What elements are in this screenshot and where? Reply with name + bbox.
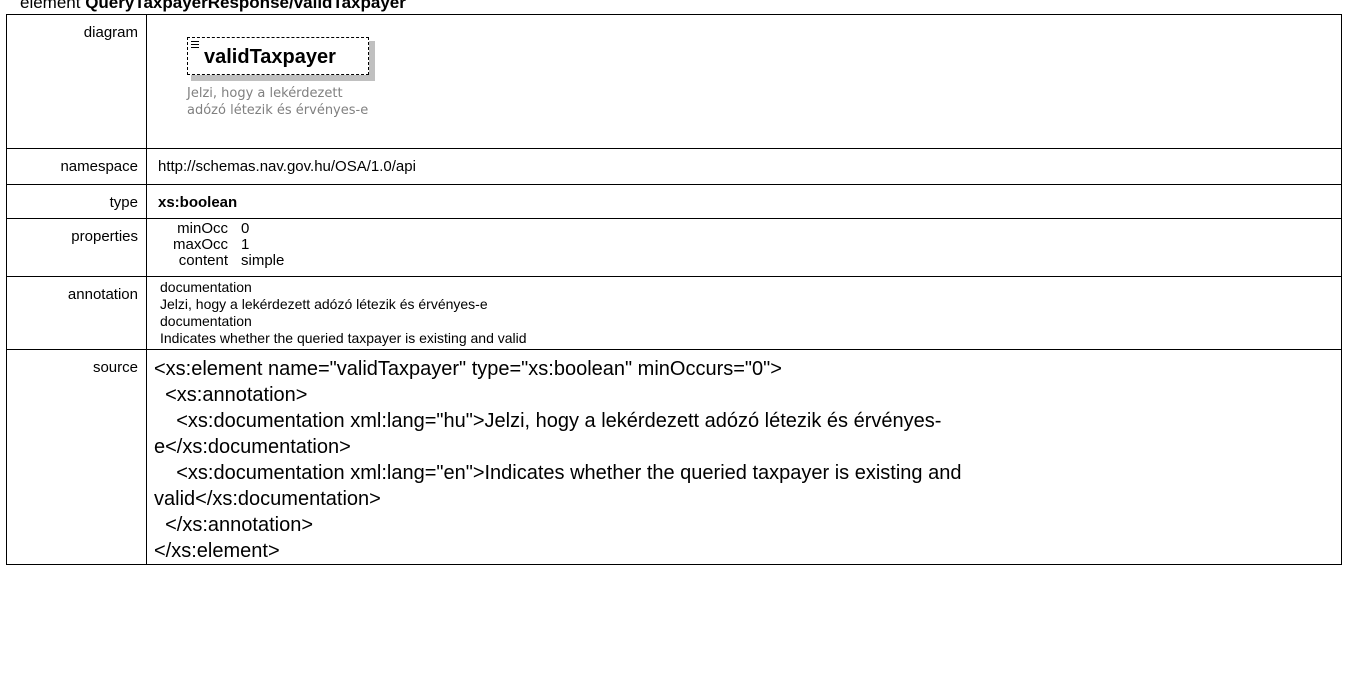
heading-element-name: QueryTaxpayerResponse/validTaxpayer <box>85 0 406 12</box>
source-line: </xs:element> <box>154 540 280 562</box>
documentation-lines-icon <box>191 41 199 48</box>
label-diagram: diagram <box>6 14 147 149</box>
source-line: valid</xs:documentation> <box>154 488 381 510</box>
label-source: source <box>6 349 147 565</box>
prop-key: content <box>178 252 228 269</box>
page-heading: element QueryTaxpayerResponse/validTaxpa… <box>20 0 406 13</box>
row-properties: properties minOcc 0 maxOcc 1 content sim… <box>6 218 1342 277</box>
diagram-cell: validTaxpayer Jelzi, hogy a lekérdezett … <box>146 14 1342 149</box>
row-source: source <xs:element name="validTaxpayer" … <box>6 349 1342 565</box>
prop-key: maxOcc <box>172 236 228 253</box>
namespace-value: http://schemas.nav.gov.hu/OSA/1.0/api <box>158 158 416 175</box>
label-properties: properties <box>6 218 147 277</box>
source-line: <xs:element name="validTaxpayer" type="x… <box>154 358 782 380</box>
properties-grid: minOcc 0 maxOcc 1 content simple <box>158 219 1341 269</box>
row-type: type xs:boolean <box>6 184 1342 219</box>
prop-value: simple <box>241 252 285 269</box>
source-code: <xs:element name="validTaxpayer" type="x… <box>154 350 1341 564</box>
element-box-name: validTaxpayer <box>204 46 336 68</box>
label-type: type <box>6 184 147 219</box>
annotation-block: documentation Jelzi, hogy a lekérdezett … <box>158 277 1341 347</box>
row-annotation: annotation documentation Jelzi, hogy a l… <box>6 276 1342 350</box>
prop-value: 1 <box>241 236 250 253</box>
element-doc-table: diagram validTaxpayer Jelzi, hogy a leké… <box>6 14 1342 565</box>
diagram: validTaxpayer Jelzi, hogy a lekérdezett … <box>158 15 1341 148</box>
annotation-line: documentation <box>160 313 252 329</box>
annotation-line: Indicates whether the queried taxpayer i… <box>160 330 527 346</box>
type-value[interactable]: xs:boolean <box>158 185 1341 211</box>
label-annotation: annotation <box>6 276 147 350</box>
source-line: <xs:annotation> <box>154 384 308 406</box>
label-namespace: namespace <box>6 148 147 185</box>
diagram-note-line-2: adózó létezik és érvényes-e <box>187 103 369 118</box>
source-line: <xs:documentation xml:lang="en">Indicate… <box>154 462 962 484</box>
annotation-line: Jelzi, hogy a lekérdezett adózó létezik … <box>160 296 488 312</box>
prop-value: 0 <box>241 220 250 237</box>
diagram-note-line-1: Jelzi, hogy a lekérdezett <box>187 86 343 101</box>
source-line: e</xs:documentation> <box>154 436 351 458</box>
element-box[interactable]: validTaxpayer <box>187 37 369 75</box>
prop-key: minOcc <box>177 220 228 237</box>
annotation-line: documentation <box>160 279 252 295</box>
row-diagram: diagram validTaxpayer Jelzi, hogy a leké… <box>6 14 1342 149</box>
row-namespace: namespace http://schemas.nav.gov.hu/OSA/… <box>6 148 1342 185</box>
source-line: </xs:annotation> <box>154 514 314 536</box>
heading-prefix: element <box>20 0 86 12</box>
source-line: <xs:documentation xml:lang="hu">Jelzi, h… <box>154 410 942 432</box>
diagram-note: Jelzi, hogy a lekérdezett adózó létezik … <box>187 85 368 119</box>
